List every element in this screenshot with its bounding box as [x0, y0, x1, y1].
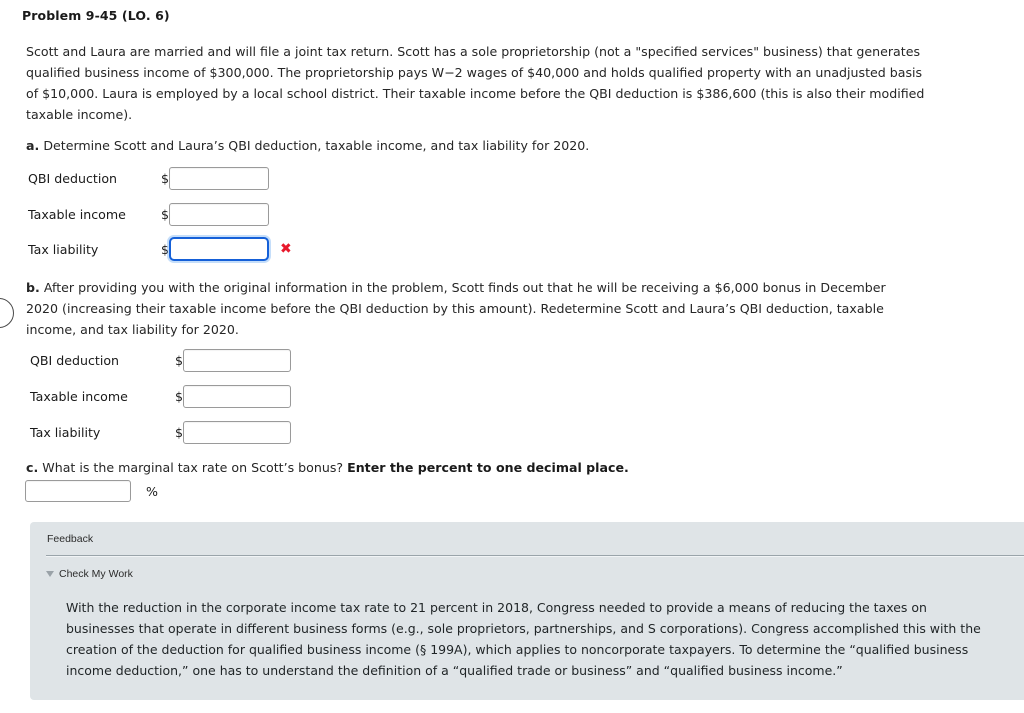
- triangle-down-icon[interactable]: [46, 571, 54, 577]
- dollar-sign: $: [161, 241, 170, 257]
- part-c-prompt: c. What is the marginal tax rate on Scot…: [26, 457, 906, 478]
- taxable-income-input-a[interactable]: [169, 202, 270, 226]
- answer-row: QBI deduction $: [30, 348, 292, 372]
- tax-liability-input-a[interactable]: [169, 237, 270, 261]
- check-my-work-toggle[interactable]: Check My Work: [46, 568, 133, 580]
- answer-row: Taxable income $: [30, 384, 292, 408]
- dollar-sign: $: [175, 424, 184, 440]
- page-title: Problem 9-45 (LO. 6): [22, 8, 170, 23]
- taxable-income-input-b[interactable]: [183, 384, 292, 408]
- dollar-sign: $: [175, 388, 184, 404]
- part-a-marker: a.: [26, 138, 40, 153]
- answer-row: QBI deduction $: [28, 166, 270, 190]
- edge-artifact-circle: [0, 298, 14, 328]
- check-my-work-label: Check My Work: [59, 568, 133, 580]
- dollar-sign: $: [161, 206, 170, 222]
- feedback-panel: Feedback Check My Work With the reductio…: [30, 522, 1024, 700]
- feedback-body-text: With the reduction in the corporate inco…: [66, 600, 981, 678]
- feedback-divider: [46, 555, 1024, 557]
- incorrect-answer-x-icon: ✖: [280, 241, 292, 257]
- part-b-marker: b.: [26, 280, 40, 295]
- answer-row: Tax liability $ ✖: [28, 237, 292, 261]
- part-c-text: What is the marginal tax rate on Scott’s…: [42, 460, 344, 475]
- answer-label-qbi-deduction-a: QBI deduction: [28, 170, 118, 186]
- part-c-emphasis: Enter the percent to one decimal place.: [347, 460, 629, 475]
- dollar-sign: $: [175, 352, 184, 368]
- answer-row: Tax liability $: [30, 420, 292, 444]
- part-b-prompt: b. After providing you with the original…: [26, 277, 906, 340]
- answer-label-taxable-income-b: Taxable income: [30, 388, 128, 404]
- dollar-sign: $: [161, 170, 170, 186]
- answer-label-taxable-income-a: Taxable income: [28, 206, 126, 222]
- qbi-deduction-input-a[interactable]: [169, 166, 270, 190]
- qbi-deduction-input-b[interactable]: [183, 348, 292, 372]
- answer-row: %: [25, 479, 158, 503]
- part-b-text: After providing you with the original in…: [26, 280, 886, 337]
- problem-statement: Scott and Laura are married and will fil…: [26, 44, 925, 122]
- part-a-prompt: a. Determine Scott and Laura’s QBI deduc…: [26, 135, 906, 156]
- marginal-tax-rate-input[interactable]: [25, 480, 131, 502]
- problem-page: Problem 9-45 (LO. 6) Scott and Laura are…: [0, 0, 1024, 713]
- answer-label-qbi-deduction-b: QBI deduction: [30, 352, 120, 368]
- feedback-title: Feedback: [47, 533, 94, 545]
- part-a-text: Determine Scott and Laura’s QBI deductio…: [43, 138, 590, 153]
- part-c-marker: c.: [26, 460, 39, 475]
- answer-label-tax-liability-a: Tax liability: [28, 241, 99, 257]
- answer-row: Taxable income $: [28, 202, 270, 226]
- percent-sign: %: [146, 483, 158, 499]
- tax-liability-input-b[interactable]: [183, 420, 292, 444]
- answer-label-tax-liability-b: Tax liability: [30, 424, 101, 440]
